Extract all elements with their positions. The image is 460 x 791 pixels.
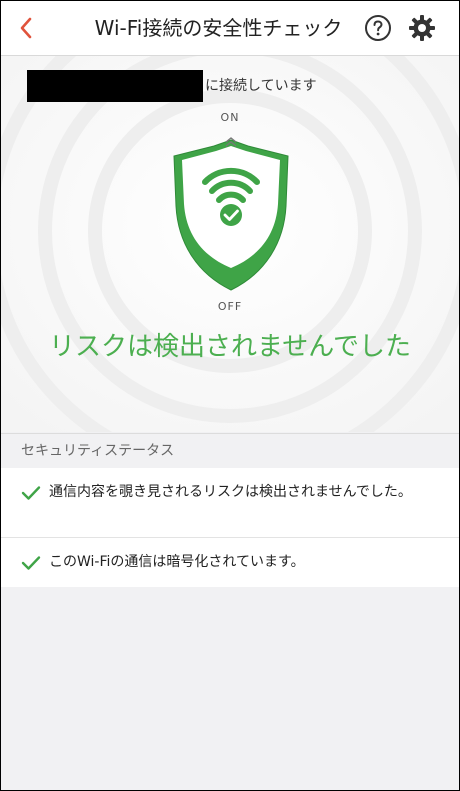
status-text: 通信内容を覗き見されるリスクは検出されませんでした。 [49,484,412,500]
page-title: Wi-Fi接続の安全性チェック [94,16,343,40]
connection-status-text: に接続しています [205,78,317,94]
chevron-left-icon [20,17,32,39]
check-result-panel: に接続しています ON OFF リスクは検出されませんでした [1,56,459,432]
question-circle-icon [365,15,391,41]
wifi-shield-icon [173,137,289,291]
result-message: リスクは検出されませんでした [49,332,411,362]
on-label: ON [220,111,240,124]
gear-icon [409,15,435,41]
network-name-redacted [27,70,203,102]
list-item: 通信内容を覗き見されるリスクは検出されませんでした。 [1,468,459,538]
app-screen: Wi-Fi接続の安全性チェック に接続しています ON OFF リスクは検出され… [0,0,460,791]
back-button[interactable] [11,13,41,43]
security-status-list: 通信内容を覗き見されるリスクは検出されませんでした。 このWi-Fiの通信は暗号… [1,468,459,587]
security-status-header: セキュリティステータス [1,433,459,469]
list-item: このWi-Fiの通信は暗号化されています。 [1,538,459,587]
nav-header: Wi-Fi接続の安全性チェック [1,1,459,56]
check-icon [21,556,41,570]
settings-button[interactable] [408,14,436,42]
help-button[interactable] [364,14,392,42]
section-title: セキュリティステータス [21,443,175,459]
status-text: このWi-Fiの通信は暗号化されています。 [49,554,305,570]
connection-status: に接続しています [27,70,427,102]
check-icon [21,486,41,500]
off-label: OFF [217,300,243,313]
